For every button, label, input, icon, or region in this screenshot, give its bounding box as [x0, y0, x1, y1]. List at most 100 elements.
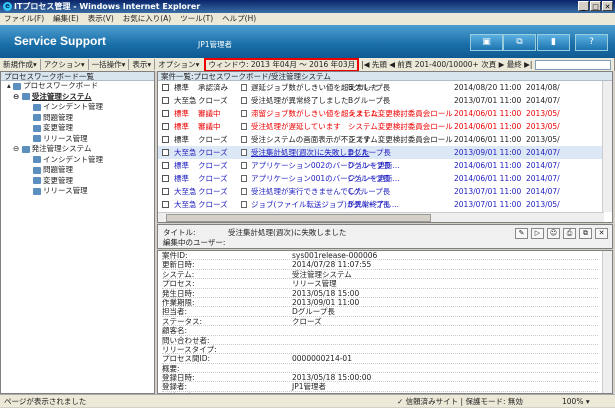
field-value: クローズ	[292, 316, 322, 326]
tree-system[interactable]: ⊖ 発注管理システム	[1, 144, 154, 155]
menu-item[interactable]: 編集(E)	[53, 13, 79, 25]
menu-item[interactable]: 表示(V)	[88, 13, 114, 25]
save-icon-button[interactable]: ▣	[470, 34, 503, 51]
tree-root-label: プロセスワークボード	[23, 81, 99, 90]
process-icon	[33, 103, 41, 111]
system-icon	[21, 93, 30, 100]
row-checkbox[interactable]	[162, 84, 169, 91]
tree-root[interactable]: ▴ プロセスワークボード	[1, 81, 154, 92]
cell-status: 審議中	[198, 109, 221, 118]
menu-item[interactable]: ツール(T)	[180, 13, 213, 25]
action-menu[interactable]: アクション▾	[41, 59, 89, 70]
table-row[interactable]: 大至急 クローズ 受注集計処理(週次)に失敗しました Dグループ長 2013/09/01…	[158, 146, 612, 159]
field-label: 作業期限:	[162, 297, 195, 307]
table-row[interactable]: 標準 クローズ アプリケーション002のバージョンを更新... Dグループ長 2014/…	[158, 159, 612, 172]
tree-process[interactable]: 変更管理	[1, 123, 154, 134]
table-row[interactable]: 大至急 クローズ 受注処理が実行できませんでした Cグループ長 2013/07/01 1…	[158, 185, 612, 198]
cell-status: クローズ	[198, 148, 228, 157]
tree-process[interactable]: 問題管理	[1, 113, 154, 124]
cell-owner: Bグループ長	[348, 83, 391, 92]
row-checkbox[interactable]	[162, 110, 169, 117]
row-checkbox[interactable]	[162, 123, 169, 130]
cell-title[interactable]: 受注処理が実行できませんでした	[251, 185, 363, 198]
tree-process[interactable]: リリース管理	[1, 134, 154, 145]
cell-title[interactable]: 受注処理が遅延しています	[251, 120, 341, 133]
forward-icon[interactable]: ▷	[531, 228, 544, 239]
horizontal-scrollbar[interactable]	[158, 212, 604, 222]
cell-d2: 2014/07/	[526, 161, 560, 170]
status-text: ページが表示されました	[4, 397, 87, 406]
field-value: JP1管理者	[292, 382, 327, 392]
detail-field: 更新日時: 2014/07/28 11:07:55	[162, 260, 598, 270]
document-icon	[241, 149, 247, 156]
row-checkbox[interactable]	[162, 149, 169, 156]
row-checkbox[interactable]	[162, 136, 169, 143]
cell-pri: 標準	[174, 83, 189, 92]
menu-item[interactable]: ファイル(F)	[4, 13, 44, 25]
row-checkbox[interactable]	[162, 201, 169, 208]
cell-pri: 標準	[174, 109, 189, 118]
document-icon	[241, 84, 247, 91]
close-button[interactable]: ✕	[602, 1, 613, 11]
prev-page-link[interactable]: ◀ 前頁	[389, 59, 412, 70]
table-row[interactable]: 標準 承認済み 遅延ジョブ数がしきい値を超えました Bグループ長 2014/08/20 …	[158, 81, 612, 94]
table-row[interactable]: 標準 クローズ アプリケーション001のバージョンを更新... Cグループ長 2014/…	[158, 172, 612, 185]
copy-icon[interactable]: ⧉	[579, 228, 592, 239]
detail-scrollbar[interactable]	[602, 251, 612, 393]
tree-process[interactable]: インシデント管理	[1, 155, 154, 166]
row-checkbox[interactable]	[162, 162, 169, 169]
row-checkbox[interactable]	[162, 188, 169, 195]
first-page-link[interactable]: |◀ 先頭	[361, 59, 387, 70]
cell-d1: 2013/07/01 11:00	[454, 96, 522, 105]
row-checkbox[interactable]	[162, 175, 169, 182]
search-input[interactable]	[535, 59, 612, 70]
minimize-button[interactable]: _	[578, 1, 589, 11]
tree-process[interactable]: リリース管理	[1, 186, 154, 197]
tree-system[interactable]: ⊖ 受注管理システム	[1, 92, 154, 103]
view-menu[interactable]: 表示▾	[129, 59, 156, 70]
tree-process-label: インシデント管理	[43, 154, 103, 164]
cell-title[interactable]: 受注処理が異常終了しました	[251, 94, 349, 107]
table-row[interactable]: 大至急 クローズ 受注処理が異常終了しました Bグループ長 2013/07/01 11:…	[158, 94, 612, 107]
header-banner: Service Support JP1管理者 ▣ ⧉ ▮ ?	[0, 25, 615, 58]
option-menu[interactable]: オプション▾	[155, 59, 202, 70]
field-value: 2013/05/18 15:00	[292, 288, 360, 298]
last-page-link[interactable]: 最終 ▶|	[507, 59, 533, 70]
cell-owner: Dグループ長	[348, 148, 391, 157]
switch-icon-button[interactable]: ⧉	[503, 34, 536, 51]
tree-process[interactable]: 変更管理	[1, 176, 154, 187]
process-icon	[33, 187, 41, 195]
window-period[interactable]: ウィンドウ: 2013 年04月 ～ 2016 年03月	[204, 57, 360, 72]
document-icon	[241, 188, 247, 195]
tree-process[interactable]: インシデント管理	[1, 102, 154, 113]
field-value: リリース管理	[292, 279, 337, 289]
menu-item[interactable]: ヘルプ(H)	[222, 13, 256, 25]
cell-d1: 2014/06/01 11:00	[454, 122, 522, 131]
help-button[interactable]: ?	[575, 34, 608, 51]
bulk-menu[interactable]: 一括操作▾	[89, 59, 130, 70]
row-checkbox[interactable]	[162, 97, 169, 104]
table-row[interactable]: 標準 審議中 滞留ジョブ数がしきい値を超えました システム変更検討委員会ロール 2014…	[158, 107, 612, 120]
vertical-scrollbar[interactable]	[602, 81, 612, 212]
table-row[interactable]: 標準 クローズ 受注システムの画面表示が不正です システム変更検討委員会ロール 2014…	[158, 133, 612, 146]
app-title: Service Support	[14, 34, 107, 48]
menu-item[interactable]: お気に入り(A)	[123, 13, 171, 25]
print-icon[interactable]: ⎙	[563, 228, 576, 239]
cell-owner: Cグループ長	[348, 174, 391, 183]
zoom-level[interactable]: 100% ▾	[562, 395, 590, 408]
delete-icon[interactable]: ✕	[595, 228, 608, 239]
maximize-button[interactable]: □	[590, 1, 601, 11]
table-row[interactable]: 大至急 クローズ ジョブ(ファイル転送ジョブ)が異常終了し... Bグループ長 2013…	[158, 198, 612, 211]
cell-d2: 2014/07/	[526, 96, 560, 105]
pane-title: プロセスワークボード一覧	[1, 72, 154, 81]
next-page-link[interactable]: 次頁 ▶	[481, 59, 504, 70]
assign-icon[interactable]: ☺	[547, 228, 560, 239]
detail-field: 作業期限: 2013/09/01 11:00	[162, 297, 598, 308]
edit-icon[interactable]: ✎	[515, 228, 528, 239]
exit-icon-button[interactable]: ▮	[537, 34, 570, 51]
tree-process[interactable]: 問題管理	[1, 165, 154, 176]
detail-field: 問い合わせ者:	[162, 336, 598, 345]
new-menu[interactable]: 新規作成▾	[0, 59, 41, 70]
table-row[interactable]: 標準 審議中 受注処理が遅延しています システム変更検討委員会ロール 2014/06/0…	[158, 120, 612, 133]
cell-status: 審議中	[198, 122, 221, 131]
